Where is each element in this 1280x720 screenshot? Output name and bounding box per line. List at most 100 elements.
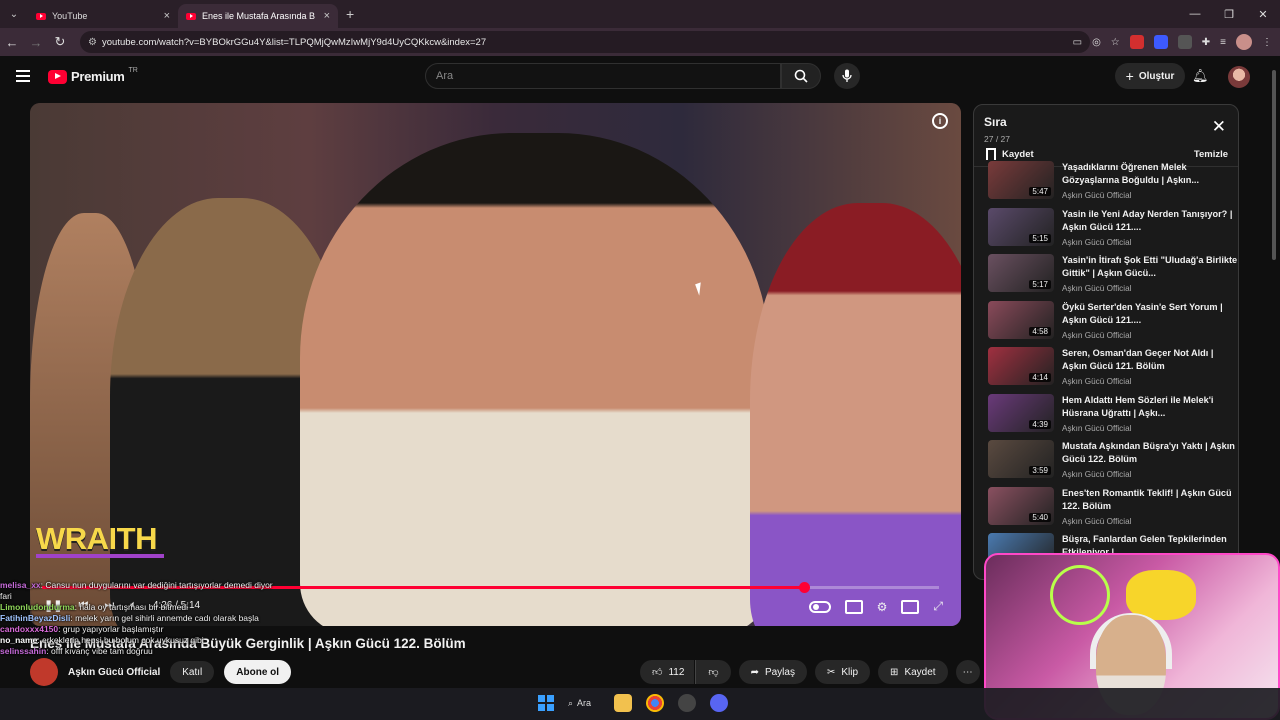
site-info-icon[interactable]: ⚙ [88, 37, 102, 48]
queue-item[interactable]: 5:15 Yasin ile Yeni Aday Nerden Tanışıyor… [974, 207, 1238, 255]
tab-video[interactable]: Enes ile Mustafa Arasında B × [178, 4, 338, 28]
voice-search-button[interactable] [834, 63, 860, 89]
window-controls: — ❐ ✕ [1178, 0, 1280, 28]
windows-start-icon[interactable] [538, 695, 554, 711]
info-icon[interactable]: i [932, 113, 948, 129]
queue-item[interactable]: 5:17 Yasin'in İtirafı Şok Etti "Uludağ'a … [974, 254, 1238, 301]
queue-item[interactable]: 5:47 Yaşadıklarını Öğrenen Melek Gözyaşla… [974, 161, 1238, 208]
chat-text: : hala oy tartışması bir bitmedi [74, 602, 188, 612]
queue-item-title: Hem Aldattı Hem Sözleri ile Melek'i Hüsr… [1062, 394, 1214, 418]
hide-icon[interactable]: ◎ [1092, 37, 1101, 48]
queue-item[interactable]: 5:40 Enes'ten Romantik Teklif! | Aşkın Gü… [974, 486, 1238, 534]
url-field[interactable]: ⚙ youtube.com/watch?v=BYBOkrGGu4Y&list=T… [80, 31, 1090, 53]
share-button[interactable]: ➦ Paylaş [738, 660, 807, 684]
search-icon [794, 69, 808, 83]
youtube-premium-logo[interactable]: Premium TR [48, 67, 138, 84]
queue-item-channel: Aşkın Gücü Official [1062, 330, 1132, 340]
close-tab-icon[interactable]: × [324, 10, 330, 22]
save-label: Kaydet [904, 666, 936, 678]
join-button[interactable]: Katıl [170, 661, 215, 683]
chat-username: candoxxx4150 [0, 624, 59, 634]
dislike-button[interactable]: 👎︎ [695, 660, 731, 684]
reload-icon[interactable]: ↻ [48, 34, 72, 50]
queue-item[interactable]: 4:58 Öykü Serter'den Yasin'e Sert Yorum |… [974, 300, 1238, 348]
hamburger-menu-icon[interactable] [16, 70, 30, 82]
chat-username: melisa_xx [0, 580, 41, 590]
save-button[interactable]: ⊞ Kaydet [878, 660, 948, 684]
extensions-puzzle-icon[interactable]: ✚ [1202, 37, 1210, 48]
video-player[interactable]: i WRAITH ❚❚ ⏮︎ ⏭︎ 🔈︎ 4:26 / 5:14 ⚙ ⤢ [30, 103, 961, 626]
bookmark-star-icon[interactable]: ☆ [1111, 37, 1120, 48]
queue-count: 27 / 27 [984, 134, 1010, 144]
queue-thumbnail: 5:40 [988, 486, 1054, 525]
queue-item-channel: Aşkın Gücü Official [1062, 191, 1132, 200]
queue-item-meta: Mustafa Aşkından Büşra'yı Yaktı | Aşkın … [1062, 440, 1238, 479]
thumbs-up-icon: 👍︎ [652, 667, 663, 678]
queue-item[interactable]: 3:59 Mustafa Aşkından Büşra'yı Yaktı | Aş… [974, 440, 1238, 487]
file-explorer-icon[interactable] [614, 694, 632, 712]
queue-item-meta: Enes'ten Romantik Teklif! | Aşkın Gücü 1… [1062, 487, 1238, 526]
queue-item-title: Seren, Osman'dan Geçer Not Aldı | Aşkın … [1062, 348, 1214, 371]
chat-message: Limonludondurma: hala oy tartışması bir … [0, 602, 280, 613]
close-window-icon[interactable]: ✕ [1246, 8, 1280, 21]
search-button[interactable] [781, 63, 821, 89]
subtitles-icon[interactable] [844, 599, 863, 614]
restore-icon[interactable]: ❐ [1212, 8, 1246, 21]
settings-gear-icon[interactable]: ⚙ [877, 600, 888, 614]
user-avatar[interactable] [1228, 66, 1250, 88]
queue-save-button[interactable]: Kaydet [986, 148, 1034, 160]
theater-mode-icon[interactable] [901, 599, 920, 614]
thumbs-down-icon: 👎︎ [708, 667, 719, 678]
queue-item-title: Yasin ile Yeni Aday Nerden Tanışıyor? | … [1062, 208, 1233, 232]
create-button[interactable]: + Oluştur [1115, 63, 1185, 89]
channel-name[interactable]: Aşkın Gücü Official [68, 667, 160, 678]
menu-dots-icon[interactable]: ⋮ [1262, 37, 1272, 48]
queue-thumbnail: 5:17 [988, 254, 1054, 292]
profile-avatar[interactable] [1236, 34, 1252, 50]
close-queue-icon[interactable]: ✕ [1212, 117, 1226, 137]
reading-list-icon[interactable]: ≡ [1220, 37, 1226, 48]
taskbar-search[interactable]: ⌕ Ara [568, 698, 600, 709]
queue-clear-button[interactable]: Temizle [1194, 149, 1228, 160]
more-actions-button[interactable]: ⋯ [955, 660, 980, 684]
tab-search-icon[interactable]: ⌄ [0, 0, 28, 28]
page-scrollbar[interactable] [1270, 62, 1278, 682]
channel-avatar[interactable] [30, 658, 58, 686]
queue-item-meta: Hem Aldattı Hem Sözleri ile Melek'i Hüsr… [1062, 394, 1238, 433]
chat-text: : offf kıvanç vibe tam doğruu [46, 646, 153, 656]
queue-item[interactable]: 4:14 Seren, Osman'dan Geçer Not Aldı | Aş… [974, 347, 1238, 394]
tab-youtube[interactable]: YouTube × [28, 4, 178, 28]
queue-item[interactable]: 4:39 Hem Aldattı Hem Sözleri ile Melek'i … [974, 393, 1238, 441]
fullscreen-icon[interactable]: ⤢ [933, 599, 943, 614]
clip-button[interactable]: ✂ Klip [814, 660, 871, 684]
subscribe-button[interactable]: Abone ol [224, 660, 292, 684]
queue-item-channel: Aşkın Gücü Official [1062, 237, 1132, 247]
chat-username: Limonludondurma [0, 602, 75, 612]
extension-icon[interactable] [1153, 35, 1168, 49]
queue-item-title: Mustafa Aşkından Büşra'yı Yaktı | Aşkın … [1062, 441, 1235, 464]
player-controls-right: ⚙ ⤢ [808, 599, 943, 614]
queue-thumbnail: 5:47 [988, 161, 1054, 199]
queue-item-title: Yasin'in İtirafı Şok Etti "Uludağ'a Birl… [1062, 255, 1238, 278]
new-tab-icon[interactable]: + [346, 6, 354, 22]
discord-icon[interactable] [710, 694, 728, 712]
app-icon[interactable] [678, 694, 696, 712]
scrollbar-thumb[interactable] [1272, 70, 1276, 260]
minimize-icon[interactable]: — [1178, 8, 1212, 20]
extension-icon[interactable] [1129, 35, 1144, 49]
forward-icon[interactable]: → [24, 35, 48, 50]
notifications-bell-icon[interactable]: 🔔︎ [1192, 68, 1209, 84]
chrome-icon[interactable] [646, 694, 664, 712]
chat-username: no_name [0, 635, 38, 645]
back-icon[interactable]: ← [0, 35, 24, 50]
like-button[interactable]: 👍︎ 112 [640, 660, 695, 684]
queue-item-meta: Öykü Serter'den Yasin'e Sert Yorum | Aşk… [1062, 301, 1238, 340]
close-tab-icon[interactable]: × [164, 10, 170, 22]
cast-icon[interactable]: ▭ [1073, 37, 1082, 48]
extension-icon[interactable] [1177, 35, 1192, 49]
autoplay-toggle[interactable] [808, 600, 831, 613]
toolbar-icons: ▭ ◎ ☆ ✚ ≡ ⋮ [1073, 31, 1272, 53]
queue-item-meta: Yasin ile Yeni Aday Nerden Tanışıyor? | … [1062, 208, 1238, 247]
chat-text: : grup yapıyorlar başlamıştır [58, 624, 164, 634]
search-input[interactable]: Ara [425, 63, 781, 89]
